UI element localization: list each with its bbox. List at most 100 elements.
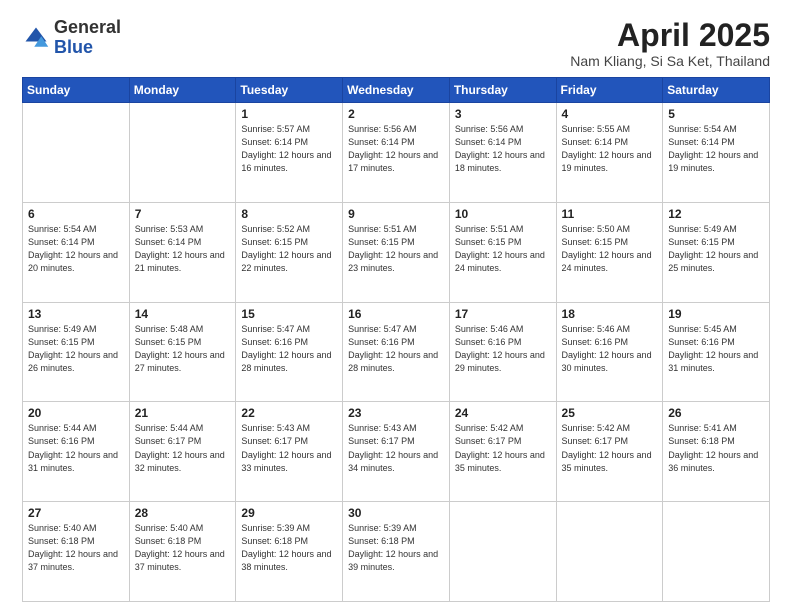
day-number: 2 — [348, 107, 444, 121]
calendar-week-row: 6 Sunrise: 5:54 AM Sunset: 6:14 PM Daylig… — [23, 202, 770, 302]
calendar-week-row: 13 Sunrise: 5:49 AM Sunset: 6:15 PM Dayli… — [23, 302, 770, 402]
day-detail: Sunrise: 5:46 AM Sunset: 6:16 PM Dayligh… — [455, 323, 551, 375]
logo-blue: Blue — [54, 37, 93, 57]
day-detail: Sunrise: 5:56 AM Sunset: 6:14 PM Dayligh… — [348, 123, 444, 175]
day-detail: Sunrise: 5:48 AM Sunset: 6:15 PM Dayligh… — [135, 323, 231, 375]
day-number: 17 — [455, 307, 551, 321]
calendar-cell — [23, 103, 130, 203]
day-number: 30 — [348, 506, 444, 520]
day-detail: Sunrise: 5:39 AM Sunset: 6:18 PM Dayligh… — [241, 522, 337, 574]
calendar-cell — [663, 502, 770, 602]
day-detail: Sunrise: 5:44 AM Sunset: 6:17 PM Dayligh… — [135, 422, 231, 474]
calendar-cell: 8Sunrise: 5:52 AM Sunset: 6:15 PM Daylig… — [236, 202, 343, 302]
calendar-cell — [449, 502, 556, 602]
day-detail: Sunrise: 5:54 AM Sunset: 6:14 PM Dayligh… — [28, 223, 124, 275]
day-number: 7 — [135, 207, 231, 221]
calendar-cell: 18Sunrise: 5:46 AM Sunset: 6:16 PM Dayli… — [556, 302, 663, 402]
calendar-cell: 14 Sunrise: 5:48 AM Sunset: 6:15 PM Dayli… — [129, 302, 236, 402]
title-location: Nam Kliang, Si Sa Ket, Thailand — [570, 53, 770, 69]
calendar-cell: 26 Sunrise: 5:41 AM Sunset: 6:18 PM Dayli… — [663, 402, 770, 502]
calendar-header-row: Sunday Monday Tuesday Wednesday Thursday… — [23, 78, 770, 103]
logo: General Blue — [22, 18, 121, 58]
day-number: 3 — [455, 107, 551, 121]
day-detail: Sunrise: 5:53 AM Sunset: 6:14 PM Dayligh… — [135, 223, 231, 275]
day-detail: Sunrise: 5:40 AM Sunset: 6:18 PM Dayligh… — [28, 522, 124, 574]
day-number: 9 — [348, 207, 444, 221]
day-detail: Sunrise: 5:47 AM Sunset: 6:16 PM Dayligh… — [348, 323, 444, 375]
calendar-cell: 24 Sunrise: 5:42 AM Sunset: 6:17 PM Dayli… — [449, 402, 556, 502]
calendar-week-row: 20Sunrise: 5:44 AM Sunset: 6:16 PM Dayli… — [23, 402, 770, 502]
calendar-cell: 5 Sunrise: 5:54 AM Sunset: 6:14 PM Daylig… — [663, 103, 770, 203]
day-number: 19 — [668, 307, 764, 321]
col-wednesday: Wednesday — [343, 78, 450, 103]
col-saturday: Saturday — [663, 78, 770, 103]
calendar-cell: 20Sunrise: 5:44 AM Sunset: 6:16 PM Dayli… — [23, 402, 130, 502]
day-number: 21 — [135, 406, 231, 420]
logo-text: General Blue — [54, 18, 121, 58]
calendar-cell: 9 Sunrise: 5:51 AM Sunset: 6:15 PM Daylig… — [343, 202, 450, 302]
calendar-week-row: 27 Sunrise: 5:40 AM Sunset: 6:18 PM Dayli… — [23, 502, 770, 602]
day-detail: Sunrise: 5:41 AM Sunset: 6:18 PM Dayligh… — [668, 422, 764, 474]
day-number: 14 — [135, 307, 231, 321]
day-detail: Sunrise: 5:49 AM Sunset: 6:15 PM Dayligh… — [668, 223, 764, 275]
day-number: 18 — [562, 307, 658, 321]
day-number: 15 — [241, 307, 337, 321]
col-thursday: Thursday — [449, 78, 556, 103]
day-number: 13 — [28, 307, 124, 321]
calendar-cell: 23 Sunrise: 5:43 AM Sunset: 6:17 PM Dayli… — [343, 402, 450, 502]
day-detail: Sunrise: 5:42 AM Sunset: 6:17 PM Dayligh… — [562, 422, 658, 474]
day-number: 6 — [28, 207, 124, 221]
day-detail: Sunrise: 5:55 AM Sunset: 6:14 PM Dayligh… — [562, 123, 658, 175]
day-detail: Sunrise: 5:54 AM Sunset: 6:14 PM Dayligh… — [668, 123, 764, 175]
day-detail: Sunrise: 5:51 AM Sunset: 6:15 PM Dayligh… — [348, 223, 444, 275]
day-number: 5 — [668, 107, 764, 121]
calendar-cell: 7 Sunrise: 5:53 AM Sunset: 6:14 PM Daylig… — [129, 202, 236, 302]
day-number: 23 — [348, 406, 444, 420]
calendar-cell: 1Sunrise: 5:57 AM Sunset: 6:14 PM Daylig… — [236, 103, 343, 203]
calendar-cell: 16 Sunrise: 5:47 AM Sunset: 6:16 PM Dayli… — [343, 302, 450, 402]
logo-general: General — [54, 17, 121, 37]
col-sunday: Sunday — [23, 78, 130, 103]
day-detail: Sunrise: 5:44 AM Sunset: 6:16 PM Dayligh… — [28, 422, 124, 474]
day-number: 16 — [348, 307, 444, 321]
calendar-cell: 21 Sunrise: 5:44 AM Sunset: 6:17 PM Dayli… — [129, 402, 236, 502]
day-detail: Sunrise: 5:51 AM Sunset: 6:15 PM Dayligh… — [455, 223, 551, 275]
day-detail: Sunrise: 5:42 AM Sunset: 6:17 PM Dayligh… — [455, 422, 551, 474]
calendar-cell — [129, 103, 236, 203]
col-friday: Friday — [556, 78, 663, 103]
calendar-cell: 25 Sunrise: 5:42 AM Sunset: 6:17 PM Dayli… — [556, 402, 663, 502]
page: General Blue April 2025 Nam Kliang, Si S… — [0, 0, 792, 612]
title-month: April 2025 — [570, 18, 770, 53]
calendar-cell: 6 Sunrise: 5:54 AM Sunset: 6:14 PM Daylig… — [23, 202, 130, 302]
calendar-cell: 15 Sunrise: 5:47 AM Sunset: 6:16 PM Dayli… — [236, 302, 343, 402]
header: General Blue April 2025 Nam Kliang, Si S… — [22, 18, 770, 69]
day-number: 28 — [135, 506, 231, 520]
day-detail: Sunrise: 5:57 AM Sunset: 6:14 PM Dayligh… — [241, 123, 337, 175]
day-number: 27 — [28, 506, 124, 520]
col-monday: Monday — [129, 78, 236, 103]
calendar-cell: 27 Sunrise: 5:40 AM Sunset: 6:18 PM Dayli… — [23, 502, 130, 602]
day-detail: Sunrise: 5:39 AM Sunset: 6:18 PM Dayligh… — [348, 522, 444, 574]
title-block: April 2025 Nam Kliang, Si Sa Ket, Thaila… — [570, 18, 770, 69]
day-number: 24 — [455, 406, 551, 420]
day-detail: Sunrise: 5:43 AM Sunset: 6:17 PM Dayligh… — [348, 422, 444, 474]
day-detail: Sunrise: 5:45 AM Sunset: 6:16 PM Dayligh… — [668, 323, 764, 375]
day-detail: Sunrise: 5:56 AM Sunset: 6:14 PM Dayligh… — [455, 123, 551, 175]
calendar-week-row: 1Sunrise: 5:57 AM Sunset: 6:14 PM Daylig… — [23, 103, 770, 203]
day-number: 12 — [668, 207, 764, 221]
calendar-cell: 3 Sunrise: 5:56 AM Sunset: 6:14 PM Daylig… — [449, 103, 556, 203]
calendar-cell — [556, 502, 663, 602]
calendar-cell: 4Sunrise: 5:55 AM Sunset: 6:14 PM Daylig… — [556, 103, 663, 203]
calendar-cell: 11Sunrise: 5:50 AM Sunset: 6:15 PM Dayli… — [556, 202, 663, 302]
day-number: 25 — [562, 406, 658, 420]
day-detail: Sunrise: 5:40 AM Sunset: 6:18 PM Dayligh… — [135, 522, 231, 574]
day-detail: Sunrise: 5:49 AM Sunset: 6:15 PM Dayligh… — [28, 323, 124, 375]
day-number: 10 — [455, 207, 551, 221]
day-detail: Sunrise: 5:52 AM Sunset: 6:15 PM Dayligh… — [241, 223, 337, 275]
calendar-cell: 17 Sunrise: 5:46 AM Sunset: 6:16 PM Dayli… — [449, 302, 556, 402]
calendar-cell: 28 Sunrise: 5:40 AM Sunset: 6:18 PM Dayli… — [129, 502, 236, 602]
day-detail: Sunrise: 5:47 AM Sunset: 6:16 PM Dayligh… — [241, 323, 337, 375]
day-number: 11 — [562, 207, 658, 221]
calendar-cell: 19 Sunrise: 5:45 AM Sunset: 6:16 PM Dayli… — [663, 302, 770, 402]
day-number: 26 — [668, 406, 764, 420]
